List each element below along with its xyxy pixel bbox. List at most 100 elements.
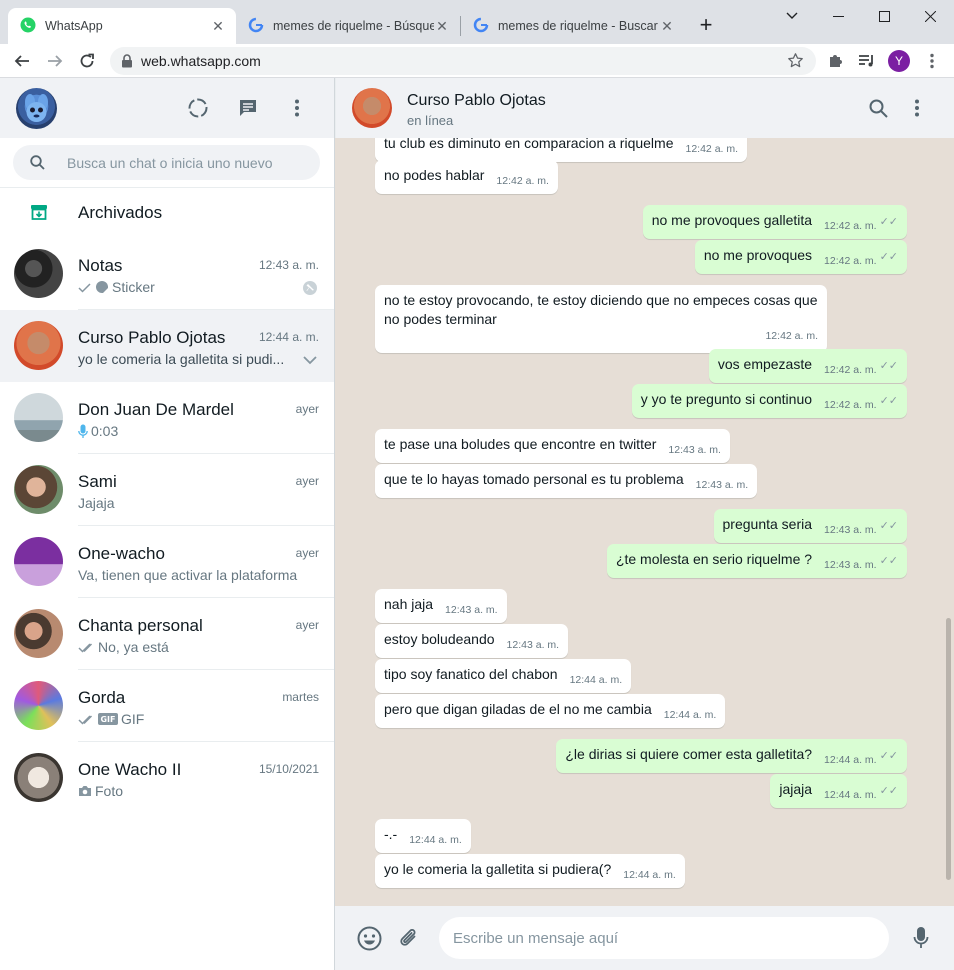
chat-item-don-juan-de-mardel[interactable]: Don Juan De Mardel ayer 0:03: [0, 382, 334, 454]
archived-chats-row[interactable]: Archivados: [0, 188, 334, 237]
conversation-header[interactable]: Curso Pablo Ojotas en línea: [335, 78, 954, 138]
media-queue-icon[interactable]: [853, 47, 881, 75]
message-time: 12:43 a. m.: [668, 444, 721, 456]
double-check-icon: ✓✓: [879, 750, 898, 762]
chat-item-one-wacho-ii[interactable]: One Wacho II 15/10/2021 Foto: [0, 742, 334, 814]
message-time: 12:44 a. m.: [623, 869, 676, 881]
message-incoming: estoy boludeando 12:43 a. m.: [375, 624, 569, 658]
svg-text:GIF: GIF: [100, 715, 115, 724]
message-time: 12:43 a. m.: [506, 639, 560, 651]
message-incoming: pero que digan giladas de el no me cambi…: [375, 694, 726, 728]
chat-item-sami[interactable]: Sami ayer Jajaja: [0, 454, 334, 526]
chat-preview-text: Foto: [95, 783, 124, 799]
new-tab-plus-icon[interactable]: +: [690, 11, 722, 39]
conversation-menu-kebab-icon[interactable]: [905, 96, 929, 120]
chat-name: Don Juan De Mardel: [78, 400, 234, 419]
message-list-scrollbar[interactable]: [946, 618, 951, 880]
camera-icon: [78, 785, 92, 797]
chat-avatar: [14, 321, 63, 370]
message-input[interactable]: [439, 917, 889, 959]
message-time: 12:44 a. m.: [824, 789, 877, 801]
chat-preview: Jajaja: [78, 495, 298, 511]
message-time: 12:43 a. m.: [824, 559, 877, 571]
browser-toolbar: web.whatsapp.com: [0, 44, 954, 78]
browser-menu-kebab-icon[interactable]: [918, 47, 946, 75]
tab-memes-busqueda[interactable]: memes de riquelme - Búsqueda ✕: [236, 8, 460, 44]
status-icon[interactable]: [186, 96, 210, 120]
message-incoming: yo le comeria la galletita si pudiera(? 1…: [375, 854, 685, 888]
chat-time: martes: [282, 690, 319, 704]
double-check-icon: ✓✓: [879, 360, 898, 372]
browser-profile-avatar[interactable]: Y: [888, 50, 910, 72]
tab-close-icon[interactable]: ✕: [210, 18, 226, 34]
chat-item-gorda[interactable]: Gorda martes GIF GIF: [0, 670, 334, 742]
message-text: pero que digan giladas de el no me cambi…: [384, 701, 652, 717]
conversation-title: Curso Pablo Ojotas: [407, 92, 546, 109]
bookmark-star-icon[interactable]: [787, 52, 804, 69]
emoji-icon[interactable]: [355, 924, 383, 952]
url-text: web.whatsapp.com: [141, 53, 261, 69]
contact-avatar[interactable]: [352, 88, 392, 128]
message-text: yo le comeria la galletita si pudiera(?: [384, 861, 612, 877]
message-text: no te estoy provocando, te estoy diciend…: [384, 292, 818, 327]
message-text: te pase una boludes que encontre en twit…: [384, 436, 657, 452]
message-time: 12:42 a. m.: [824, 364, 877, 376]
message-text: vos empezaste: [717, 356, 813, 372]
chat-name: One-wacho: [78, 544, 165, 563]
search-placeholder: Busca un chat o inicia uno nuevo: [67, 154, 273, 171]
chat-avatar: [14, 609, 63, 658]
chat-time: ayer: [295, 474, 319, 488]
message-text: y yo te pregunto si continuo: [640, 391, 813, 407]
my-profile-avatar[interactable]: [16, 88, 57, 129]
chat-item-one-wacho[interactable]: One-wacho ayer Va, tienen que activar la…: [0, 526, 334, 598]
microphone-icon: [78, 424, 88, 439]
tab-whatsapp[interactable]: WhatsApp ✕: [8, 8, 236, 44]
sidebar-menu-kebab-icon[interactable]: [285, 96, 309, 120]
forward-arrow-icon[interactable]: [41, 47, 69, 75]
tab-close-icon[interactable]: ✕: [659, 18, 675, 34]
message-incoming: tu club es diminuto en comparacion a riq…: [375, 138, 748, 162]
chat-avatar: [14, 249, 63, 298]
chat-preview-text: Sticker: [112, 279, 155, 295]
message-incoming: no podes hablar 12:42 a. m.: [375, 160, 558, 194]
chat-avatar: [14, 393, 63, 442]
chat-name: One Wacho II: [78, 760, 182, 779]
reload-icon[interactable]: [73, 47, 101, 75]
chat-preview: yo le comeria la galletita si pudi...: [78, 351, 298, 367]
chat-preview-text: 0:03: [91, 423, 119, 439]
search-messages-icon[interactable]: [866, 96, 890, 120]
conversation-panel: Curso Pablo Ojotas en línea tu club es d…: [335, 78, 954, 970]
back-arrow-icon[interactable]: [8, 47, 36, 75]
minimize-icon[interactable]: [815, 0, 861, 32]
message-time: 12:44 a. m.: [569, 674, 623, 686]
extensions-puzzle-icon[interactable]: [821, 47, 849, 75]
close-window-icon[interactable]: [907, 0, 953, 32]
chat-item-notas[interactable]: Notas 12:43 a. m. Sticker: [0, 238, 334, 310]
tab-search-chevron-icon[interactable]: [769, 0, 815, 32]
message-outgoing: y yo te pregunto si continuo 12:42 a. m. ✓…: [631, 384, 907, 418]
chat-item-chanta-personal[interactable]: Chanta personal ayer No, ya está: [0, 598, 334, 670]
message-time: 12:43 a. m.: [824, 524, 877, 536]
archive-icon: [30, 203, 48, 221]
whatsapp-app: Busca un chat o inicia uno nuevo Archiva…: [0, 78, 954, 970]
message-outgoing: pregunta seria 12:43 a. m. ✓✓: [713, 509, 907, 543]
tab-memes-buscar[interactable]: memes de riquelme - Buscar c ✕: [461, 8, 685, 44]
message-outgoing: ¿le dirias si quiere comer esta galletit…: [556, 739, 907, 773]
address-bar[interactable]: web.whatsapp.com: [110, 47, 816, 75]
chevron-down-icon[interactable]: [301, 351, 319, 369]
message-time: 12:42 a. m.: [685, 143, 739, 155]
message-time: 12:43 a. m.: [695, 479, 749, 491]
microphone-record-icon[interactable]: [907, 924, 935, 952]
maximize-icon[interactable]: [861, 0, 907, 32]
tab-close-icon[interactable]: ✕: [434, 18, 450, 34]
attach-paperclip-icon[interactable]: [395, 924, 423, 952]
search-area: Busca un chat o inicia uno nuevo: [0, 138, 334, 188]
message-text: jajaja: [779, 781, 813, 797]
new-chat-icon[interactable]: [236, 96, 260, 120]
message-text: que te lo hayas tomado personal es tu pr…: [384, 471, 684, 487]
message-outgoing: no me provoques galletita 12:42 a. m. ✓✓: [642, 205, 907, 239]
message-text: tu club es diminuto en comparacion a riq…: [384, 138, 674, 151]
chat-item-curso-pablo-ojotas[interactable]: Curso Pablo Ojotas 12:44 a. m. yo le com…: [0, 310, 334, 382]
double-check-icon: ✓✓: [879, 555, 898, 567]
search-input[interactable]: Busca un chat o inicia uno nuevo: [13, 145, 320, 180]
